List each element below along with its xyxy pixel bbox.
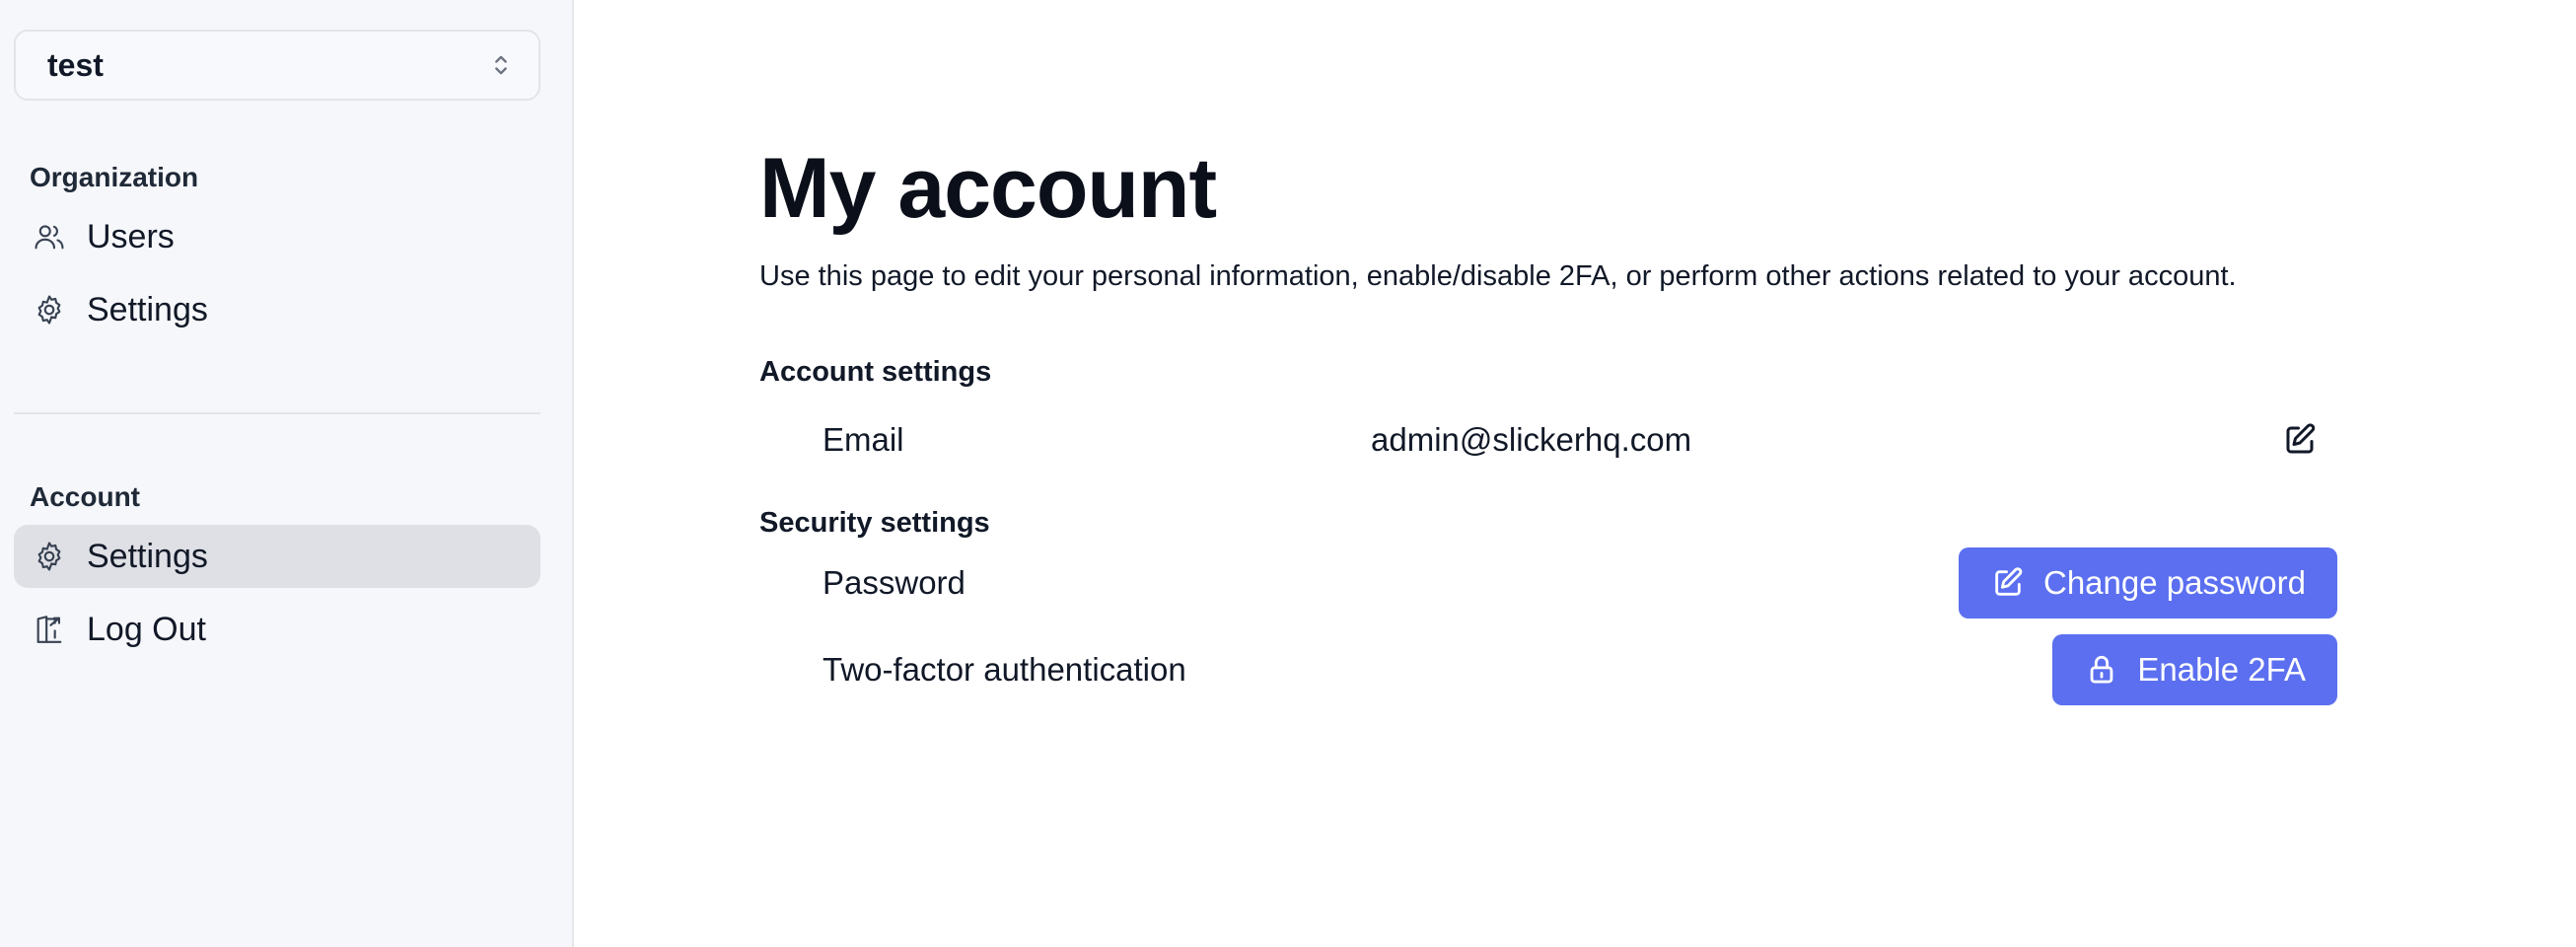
sidebar-item-org-settings[interactable]: Settings <box>14 278 540 341</box>
enable-2fa-label: Enable 2FA <box>2137 651 2306 688</box>
password-row: Password Change password <box>759 544 2337 622</box>
change-password-button[interactable]: Change password <box>1959 547 2337 619</box>
two-factor-row: Two-factor authentication Enable 2FA <box>759 630 2337 709</box>
page-title: My account <box>759 141 1217 236</box>
sidebar-item-logout[interactable]: Log Out <box>14 598 540 661</box>
sidebar: test Organization Users Settings Account… <box>0 0 574 947</box>
edit-email-button[interactable] <box>2278 418 2322 462</box>
two-factor-label: Two-factor authentication <box>823 651 1186 688</box>
pencil-square-icon <box>2286 423 2316 454</box>
main-content: My account Use this page to edit your pe… <box>574 0 2576 947</box>
email-label: Email <box>823 421 904 458</box>
sidebar-item-label: Settings <box>87 537 208 575</box>
section-label-organization: Organization <box>30 162 199 192</box>
users-icon <box>32 219 67 255</box>
sidebar-divider <box>14 412 540 414</box>
security-settings-heading: Security settings <box>759 507 990 539</box>
account-settings-heading: Account settings <box>759 356 992 388</box>
gear-icon <box>32 292 67 328</box>
lock-icon <box>2084 652 2119 688</box>
pencil-square-icon <box>1990 565 2026 601</box>
sidebar-item-label: Users <box>87 217 175 255</box>
password-label: Password <box>823 564 966 601</box>
sidebar-item-users[interactable]: Users <box>14 205 540 268</box>
logout-icon <box>32 612 67 647</box>
chevron-up-down-icon <box>495 55 507 75</box>
organization-selector[interactable]: test <box>14 30 540 101</box>
change-password-label: Change password <box>2043 564 2306 601</box>
organization-name: test <box>47 46 104 83</box>
gear-icon <box>32 539 67 574</box>
sidebar-item-label: Log Out <box>87 610 206 648</box>
sidebar-item-account-settings[interactable]: Settings <box>14 525 540 588</box>
section-label-account: Account <box>30 481 140 512</box>
email-row: Email admin@slickerhq.com <box>759 401 2337 479</box>
enable-2fa-button[interactable]: Enable 2FA <box>2052 634 2337 705</box>
page-description: Use this page to edit your personal info… <box>759 260 2237 292</box>
email-value: admin@slickerhq.com <box>1371 421 1692 458</box>
sidebar-item-label: Settings <box>87 290 208 328</box>
